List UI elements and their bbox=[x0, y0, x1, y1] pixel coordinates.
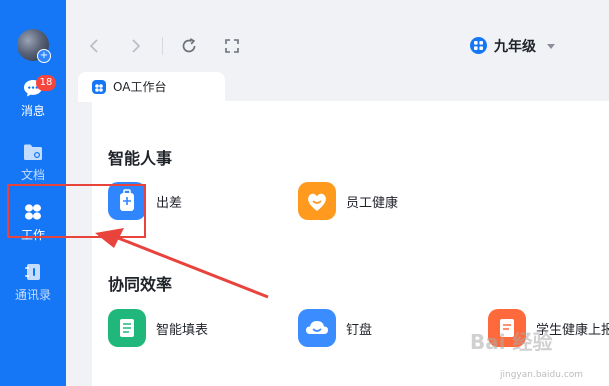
watermark-url: jingyan.baidu.com bbox=[500, 370, 584, 380]
watermark: Bai 经验 bbox=[470, 330, 553, 354]
